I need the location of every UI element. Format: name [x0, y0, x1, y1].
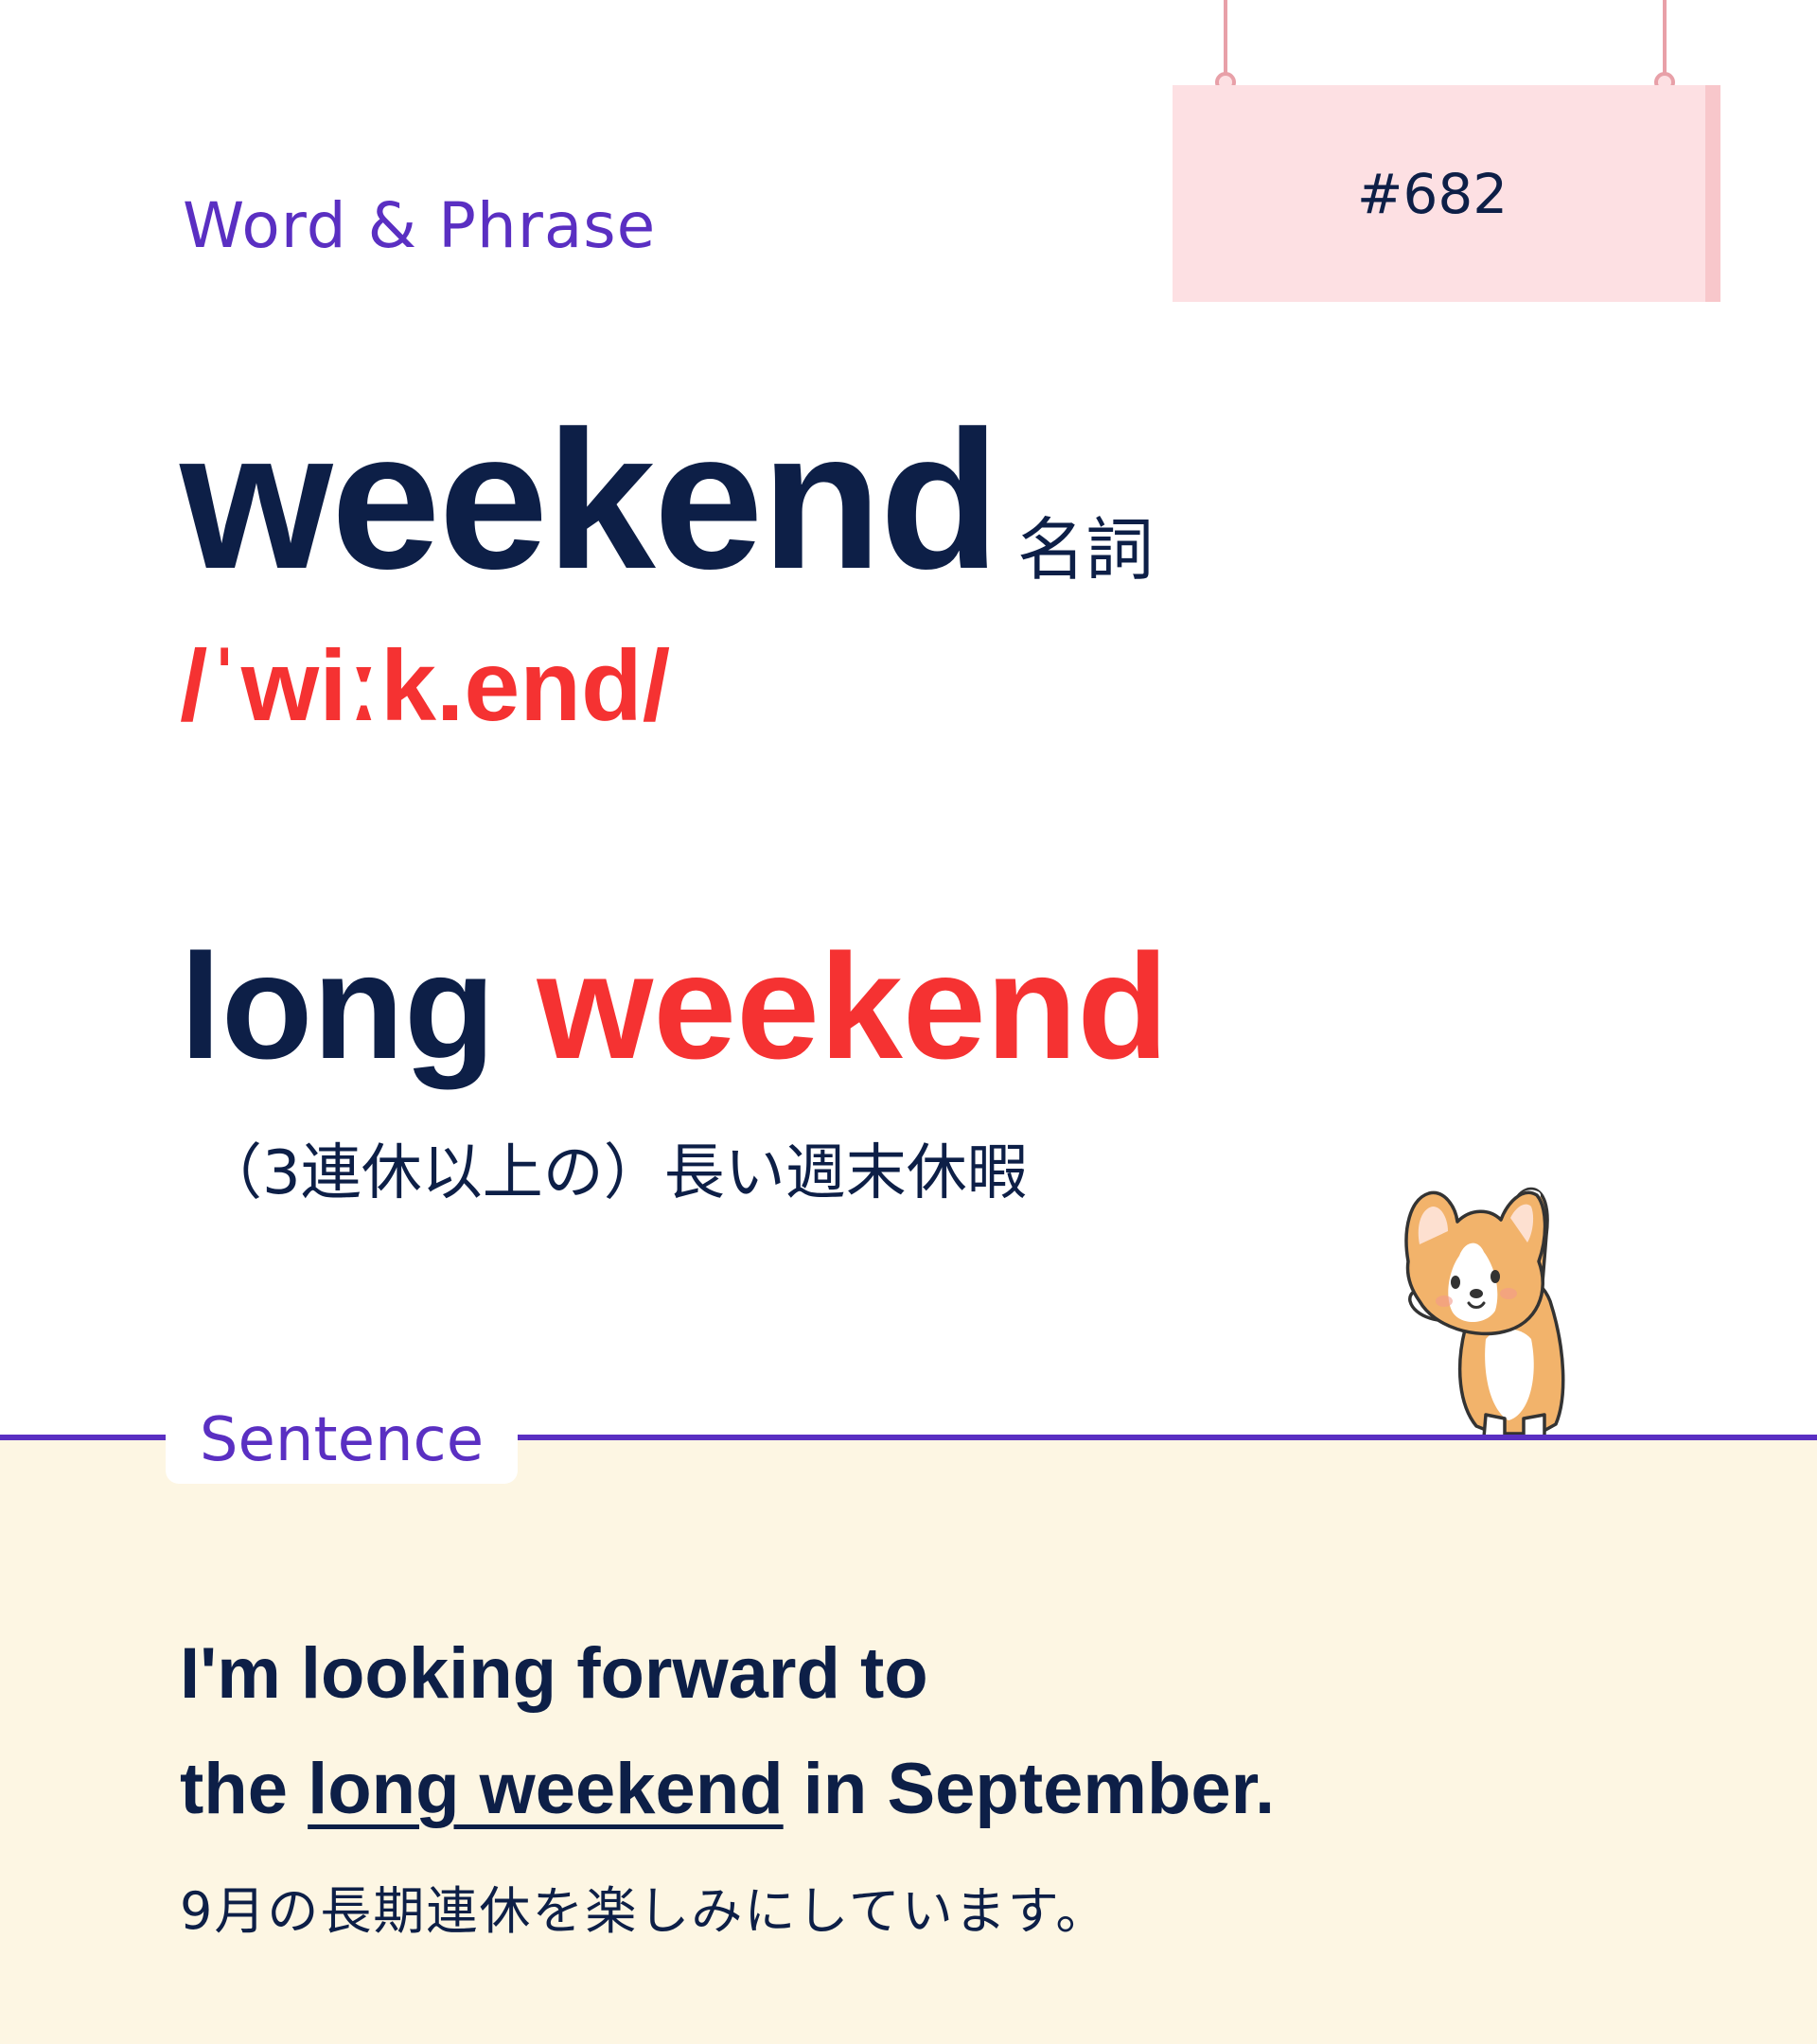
- example-line-2-before: the: [180, 1749, 309, 1829]
- entry-number: #682: [1356, 161, 1508, 226]
- sentence-tag-label: Sentence: [199, 1405, 485, 1475]
- pronunciation: /ˈwiːk.end/: [180, 630, 671, 742]
- example-target-phrase: long weekend: [308, 1749, 784, 1829]
- number-sign: #682: [1173, 85, 1720, 302]
- example-translation: 9月の長期連休を楽しみにしています。: [180, 1881, 1109, 1941]
- example-line-1: I'm looking forward to: [180, 1633, 928, 1714]
- category-label: Word & Phrase: [183, 189, 657, 262]
- example-line-2: the long weekend in September.: [180, 1732, 1275, 1847]
- sign-string-left: [1224, 0, 1227, 78]
- part-of-speech: 名詞: [1017, 510, 1155, 590]
- phrase-plain: long: [180, 924, 538, 1090]
- sign-string-right: [1663, 0, 1667, 78]
- example-sentence: I'm looking forward to the long weekend …: [180, 1616, 1275, 1847]
- sentence-tag: Sentence: [166, 1397, 518, 1484]
- headword: weekend: [180, 391, 1000, 610]
- example-line-2-after: in September.: [783, 1749, 1276, 1829]
- phrase-meaning: （3連休以上の）長い週末休暇: [202, 1138, 1028, 1208]
- phrase: long weekend: [180, 932, 1169, 1082]
- corgi-stretching-icon: [1404, 1187, 1565, 1443]
- phrase-accent: weekend: [537, 924, 1169, 1090]
